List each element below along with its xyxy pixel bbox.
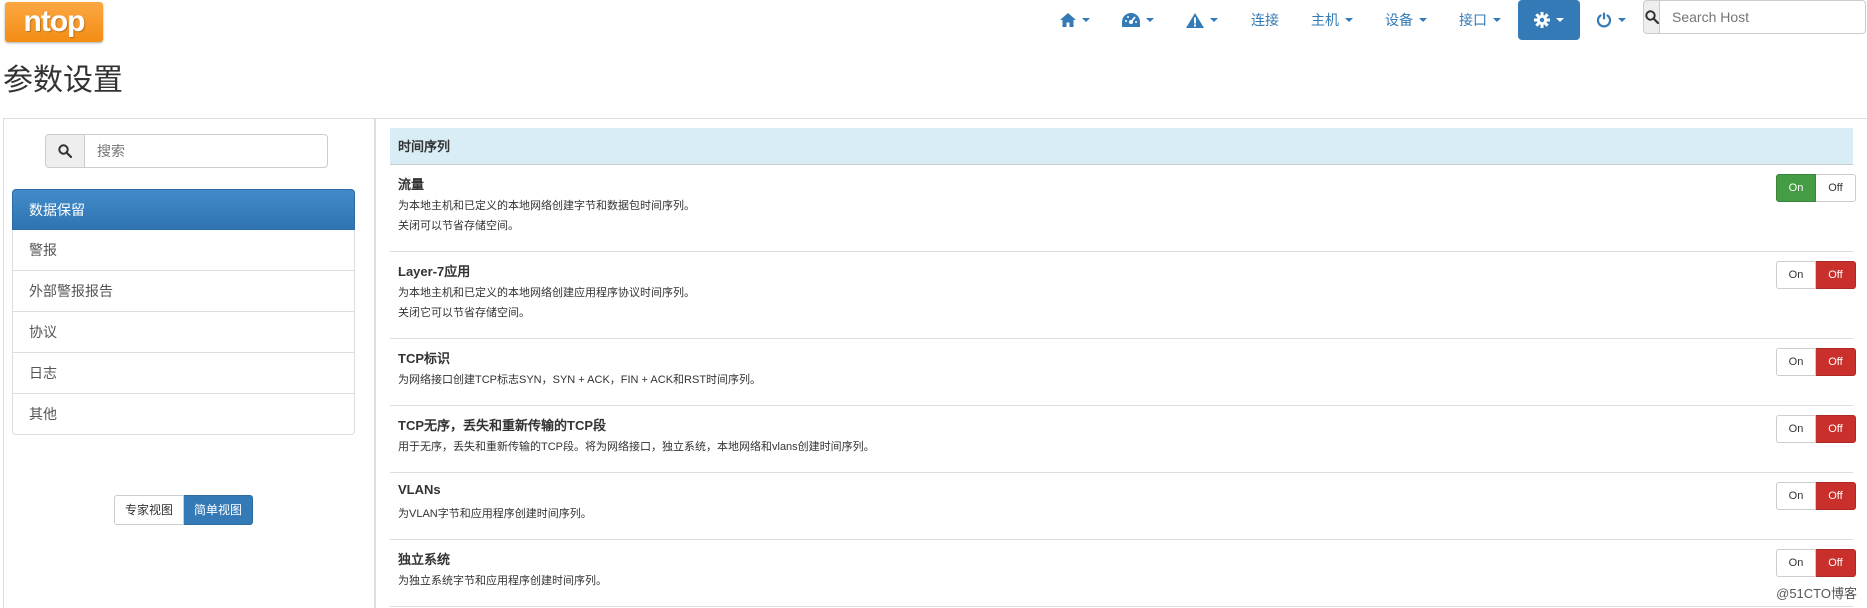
on-button[interactable]: On: [1776, 174, 1816, 202]
pref-toggle-layer7: On Off: [1776, 261, 1856, 289]
nav-alerts-menu[interactable]: [1186, 0, 1218, 40]
pref-title: VLANs: [398, 482, 441, 497]
on-button[interactable]: On: [1776, 348, 1816, 376]
pref-row-tcp-flags: TCP标识 为网络接口创建TCP标志SYN，SYN + ACK，FIN + AC…: [390, 339, 1856, 406]
power-icon: [1596, 12, 1612, 28]
sidebar-item-alerts[interactable]: 警报: [12, 230, 355, 271]
pref-row-vlans: VLANs 为VLAN字节和应用程序创建时间序列。 On Off: [390, 473, 1856, 540]
preferences-content: 时间序列 流量 为本地主机和已定义的本地网络创建字节和数据包时间序列。 关闭可以…: [375, 118, 1867, 608]
ntop-logo[interactable]: ntop: [5, 2, 103, 42]
pref-row-layer7: Layer-7应用 为本地主机和已定义的本地网络创建应用程序协议时间序列。 关闭…: [390, 252, 1856, 339]
pref-title: TCP无序，丢失和重新传输的TCP段: [398, 418, 607, 433]
pref-description: 为VLAN字节和应用程序创建时间序列。: [398, 504, 592, 524]
nav-flows-label: 连接: [1251, 12, 1279, 28]
sidebar-search-button[interactable]: [45, 134, 85, 168]
pref-title: Layer-7应用: [398, 264, 471, 279]
nav-interfaces-menu[interactable]: 接口: [1459, 0, 1501, 40]
pref-title: 流量: [398, 177, 425, 192]
sidebar-search-input[interactable]: [85, 134, 328, 168]
on-button[interactable]: On: [1776, 549, 1816, 577]
nav-interfaces-label: 接口: [1459, 12, 1487, 28]
pref-toggle-traffic: On Off: [1776, 174, 1856, 202]
nav-home-menu[interactable]: [1060, 0, 1090, 40]
pref-desc-line: 为独立系统字节和应用程序创建时间序列。: [398, 575, 607, 587]
nav-devices-label: 设备: [1385, 12, 1413, 28]
off-button[interactable]: Off: [1816, 415, 1856, 443]
nav-settings-menu[interactable]: [1518, 0, 1580, 40]
chevron-down-icon: [1345, 18, 1353, 22]
pref-desc-line: 为本地主机和已定义的本地网络创建字节和数据包时间序列。: [398, 200, 695, 212]
on-button[interactable]: On: [1776, 482, 1816, 510]
pref-description: 用于无序，丢失和重新传输的TCP段。将为网络接口，独立系统，本地网络和vlans…: [398, 437, 875, 457]
off-button[interactable]: Off: [1816, 174, 1856, 202]
sidebar-item-external-alerts[interactable]: 外部警报报告: [12, 271, 355, 312]
pref-description: 为网络接口创建TCP标志SYN，SYN + ACK，FIN + ACK和RST时…: [398, 370, 761, 390]
pref-description: 为本地主机和已定义的本地网络创建应用程序协议时间序列。 关闭它可以节省存储空间。: [398, 283, 695, 323]
chevron-down-icon: [1556, 18, 1564, 22]
search-button[interactable]: [1643, 0, 1660, 34]
sidebar-search: [45, 134, 328, 168]
host-search: [1643, 0, 1866, 34]
pref-toggle-tcp-segments: On Off: [1776, 415, 1856, 443]
pref-title: TCP标识: [398, 351, 451, 366]
sidebar-item-data-retention[interactable]: 数据保留: [12, 189, 355, 230]
pref-desc-line: 为网络接口创建TCP标志SYN，SYN + ACK，FIN + ACK和RST时…: [398, 374, 762, 386]
chevron-down-icon: [1419, 18, 1427, 22]
pref-row-traffic: 流量 为本地主机和已定义的本地网络创建字节和数据包时间序列。 关闭可以节省存储空…: [390, 165, 1856, 252]
watermark: @51CTO博客: [1776, 586, 1857, 601]
chevron-down-icon: [1618, 18, 1626, 22]
pref-description: 为本地主机和已定义的本地网络创建字节和数据包时间序列。 关闭可以节省存储空间。: [398, 196, 695, 236]
nav-flows-link[interactable]: 连接: [1251, 0, 1279, 40]
view-mode-toggle: 专家视图 简单视图: [114, 495, 254, 525]
pref-description: 为独立系统字节和应用程序创建时间序列。: [398, 571, 607, 591]
off-button[interactable]: Off: [1816, 482, 1856, 510]
chevron-down-icon: [1146, 18, 1154, 22]
pref-desc-line: 关闭它可以节省存储空间。: [398, 307, 530, 319]
nav-dashboard-menu[interactable]: [1122, 0, 1154, 40]
pref-desc-line: 为VLAN字节和应用程序创建时间序列。: [398, 508, 592, 520]
chevron-down-icon: [1493, 18, 1501, 22]
alert-icon: [1186, 12, 1204, 28]
dashboard-icon: [1122, 13, 1140, 27]
off-button[interactable]: Off: [1816, 348, 1856, 376]
gear-icon: [1534, 12, 1550, 28]
chevron-down-icon: [1082, 18, 1090, 22]
on-button[interactable]: On: [1776, 415, 1816, 443]
pref-title: 独立系统: [398, 552, 451, 567]
on-button[interactable]: On: [1776, 261, 1816, 289]
search-icon: [1644, 10, 1659, 24]
sidebar-item-misc[interactable]: 其他: [12, 394, 355, 435]
pref-desc-line: 为本地主机和已定义的本地网络创建应用程序协议时间序列。: [398, 287, 695, 299]
sidebar-item-logging[interactable]: 日志: [12, 353, 355, 394]
section-header-timeseries: 时间序列: [390, 128, 1853, 165]
pref-toggle-asn: On Off: [1776, 549, 1856, 577]
pref-toggle-tcp-flags: On Off: [1776, 348, 1856, 376]
pref-row-asn: 独立系统 为独立系统字节和应用程序创建时间序列。 On Off: [390, 540, 1856, 607]
pref-row-tcp-segments: TCP无序，丢失和重新传输的TCP段 用于无序，丢失和重新传输的TCP段。将为网…: [390, 406, 1856, 473]
simple-view-button[interactable]: 简单视图: [184, 495, 254, 525]
nav-hosts-label: 主机: [1311, 12, 1339, 28]
preferences-menu: 数据保留 警报 外部警报报告 协议 日志 其他: [12, 189, 355, 435]
nav-devices-menu[interactable]: 设备: [1385, 0, 1427, 40]
off-button[interactable]: Off: [1816, 261, 1856, 289]
off-button[interactable]: Off: [1816, 549, 1856, 577]
nav-power-menu[interactable]: [1596, 0, 1626, 40]
chevron-down-icon: [1210, 18, 1218, 22]
preferences-sidebar: 数据保留 警报 外部警报报告 协议 日志 其他 专家视图 简单视图: [3, 118, 375, 608]
pref-desc-line: 用于无序，丢失和重新传输的TCP段。将为网络接口，独立系统，本地网络和vlans…: [398, 441, 875, 453]
pref-toggle-vlans: On Off: [1776, 482, 1856, 510]
search-icon: [58, 144, 72, 158]
host-search-input[interactable]: [1660, 0, 1866, 34]
page-title: 参数设置: [3, 64, 123, 97]
nav-hosts-menu[interactable]: 主机: [1311, 0, 1353, 40]
sidebar-item-protocols[interactable]: 协议: [12, 312, 355, 353]
home-icon: [1060, 13, 1076, 27]
pref-desc-line: 关闭可以节省存储空间。: [398, 220, 519, 232]
expert-view-button[interactable]: 专家视图: [114, 495, 185, 525]
